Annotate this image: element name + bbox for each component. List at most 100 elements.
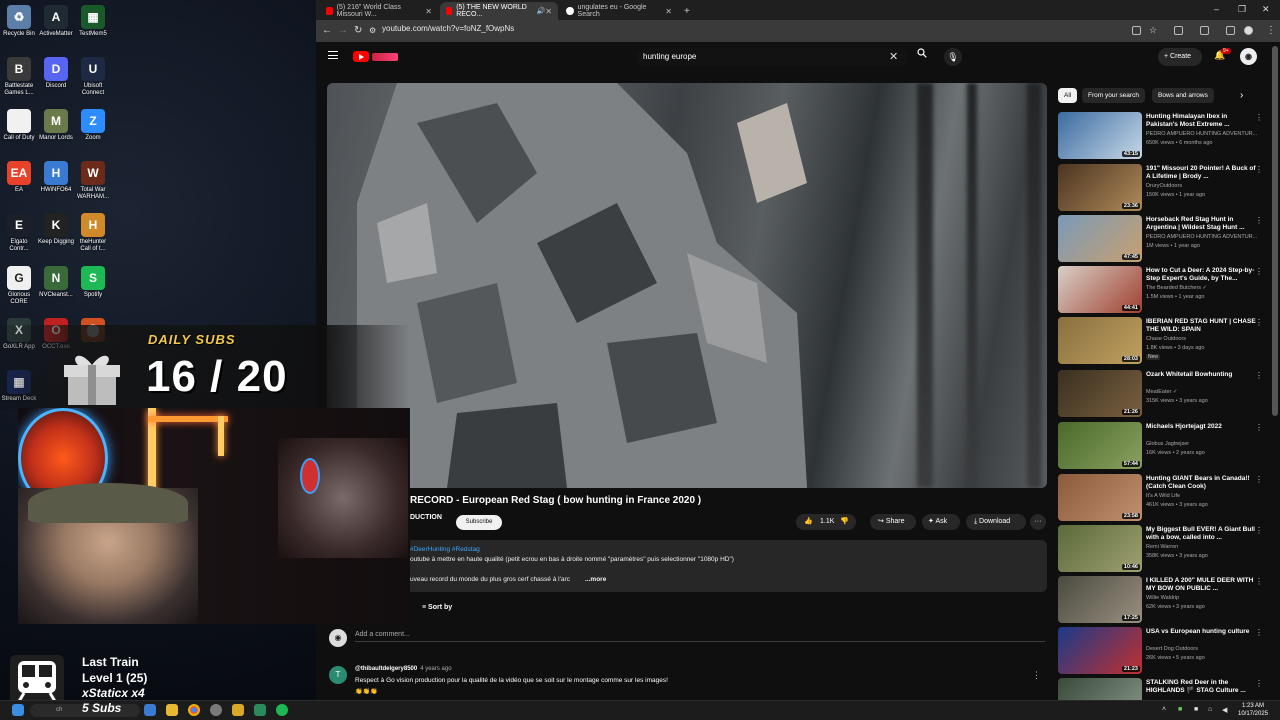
desktop-icon[interactable]: W Total War WARHAM... — [74, 161, 112, 201]
video-title[interactable]: Horseback Red Stag Hunt in Argentina | W… — [1146, 216, 1256, 232]
channel-name[interactable]: Globus Jagtrejser — [1146, 441, 1261, 447]
dislike-icon[interactable]: 👎 — [840, 514, 849, 530]
tab-google-search[interactable]: ungulates eu - Google Search ✕ — [560, 2, 678, 20]
maximize-button[interactable]: ❐ — [1238, 4, 1246, 15]
channel-name[interactable]: Willie Waldrip — [1146, 595, 1261, 601]
close-window-button[interactable]: ✕ — [1262, 4, 1270, 15]
clear-search-icon[interactable]: ✕ — [889, 50, 898, 63]
recommended-video[interactable]: 23:58 Hunting GIANT Bears in Canada!! (Ca… — [1058, 474, 1263, 522]
add-comment-input[interactable]: Add a comment... — [355, 631, 1045, 642]
chip-all[interactable]: All — [1058, 88, 1078, 103]
desktop-icon[interactable]: ▦ TestMem5 — [74, 5, 112, 38]
chip-from-your-search[interactable]: From your search — [1082, 88, 1145, 103]
desktop-icon[interactable]: Call of Duty — [0, 109, 38, 142]
video-title[interactable]: Ozark Whitetail Bowhunting — [1146, 371, 1256, 379]
recommended-video[interactable]: 57:44 Michaels Hjortejagt 2022 Globus Jagt… — [1058, 422, 1263, 470]
desktop-icon[interactable]: S Spotify — [74, 266, 112, 299]
desktop-icon[interactable]: Z Zoom — [74, 109, 112, 142]
recommended-video[interactable]: 43:15 Hunting Himalayan Ibex in Pakistan'… — [1058, 112, 1263, 160]
desktop-icon[interactable]: E Elgato Contr... — [0, 213, 38, 253]
kebab-menu-icon[interactable]: ⋮ — [1255, 475, 1263, 484]
video-thumbnail[interactable]: 10:46 — [1058, 525, 1142, 572]
chip-bows-and-arrows[interactable]: Bows and arrows — [1152, 88, 1214, 103]
tray-chevron-icon[interactable]: ˄ — [1162, 706, 1166, 713]
extensions-icon[interactable] — [1174, 26, 1183, 35]
kebab-menu-icon[interactable]: ⋮ — [1255, 371, 1263, 380]
video-title[interactable]: STALKING Red Deer in the HIGHLANDS 🏴 STA… — [1146, 679, 1256, 695]
video-title[interactable]: How to Cut a Deer: A 2024 Step-by-Step E… — [1146, 267, 1256, 283]
share-button[interactable]: ↪ Share — [870, 514, 916, 530]
video-title[interactable]: Hunting GIANT Bears in Canada!! (Catch C… — [1146, 475, 1256, 491]
reload-icon[interactable]: ↻ — [354, 25, 362, 36]
account-avatar[interactable]: ◉ — [1240, 48, 1257, 65]
file-explorer-icon[interactable] — [166, 704, 178, 716]
video-thumbnail[interactable]: 21:26 — [1058, 370, 1142, 417]
speaker-icon[interactable]: 🔊 — [537, 7, 546, 15]
video-thumbnail[interactable]: 44:41 — [1058, 266, 1142, 313]
video-thumbnail[interactable]: 43:15 — [1058, 112, 1142, 159]
desktop-icon[interactable]: ♻ Recycle Bin — [0, 5, 38, 38]
start-button[interactable] — [12, 704, 24, 716]
video-player[interactable] — [327, 83, 1047, 488]
chrome-icon[interactable] — [188, 704, 200, 716]
folder-icon[interactable] — [232, 704, 244, 716]
search-input[interactable]: hunting europe ✕ — [636, 48, 908, 66]
install-app-icon[interactable] — [1132, 26, 1141, 35]
youtube-logo-icon[interactable] — [353, 51, 369, 62]
volume-icon[interactable]: ◀ — [1222, 706, 1227, 714]
downloads-icon[interactable] — [1226, 26, 1235, 35]
channel-name[interactable]: DruryOutdoors — [1146, 183, 1261, 189]
kebab-menu-icon[interactable]: ⋮ — [1255, 577, 1263, 586]
video-thumbnail[interactable]: 23:36 — [1058, 164, 1142, 211]
video-title[interactable]: 191" Missouri 20 Pointer! A Buck of A Li… — [1146, 165, 1256, 181]
close-icon[interactable]: ✕ — [665, 7, 672, 16]
channel-name[interactable]: Chase Outdoors — [1146, 336, 1261, 342]
more-actions-button[interactable]: ··· — [1030, 514, 1046, 530]
youtube-logo-wordmark[interactable] — [372, 53, 398, 61]
channel-name[interactable]: MeatEater ✓ — [1146, 389, 1261, 395]
kebab-menu-icon[interactable]: ⋮ — [1255, 165, 1263, 174]
kebab-menu-icon[interactable]: ⋮ — [1255, 318, 1263, 327]
recommended-video[interactable]: 44:41 How to Cut a Deer: A 2024 Step-by-S… — [1058, 266, 1263, 314]
kebab-menu-icon[interactable]: ⋮ — [1255, 526, 1263, 535]
recommended-video[interactable]: 17:25 I KILLED A 200" MULE DEER WITH MY B… — [1058, 576, 1263, 624]
video-title[interactable]: Michaels Hjortejagt 2022 — [1146, 423, 1256, 431]
obs-icon[interactable] — [210, 704, 222, 716]
close-icon[interactable]: ✕ — [545, 7, 552, 16]
desktop-icon[interactable]: N NVCleanst... — [37, 266, 75, 299]
subscribe-button[interactable]: Subscribe — [456, 515, 502, 530]
comment-kebab-icon[interactable]: ⋮ — [1032, 670, 1041, 681]
video-thumbnail[interactable]: 17:25 — [1058, 576, 1142, 623]
kebab-menu-icon[interactable]: ⋮ — [1255, 267, 1263, 276]
desktop-icon[interactable]: H HWiNFO64 — [37, 161, 75, 194]
site-info-icon[interactable]: ⚙ — [369, 26, 376, 35]
forward-arrow-icon[interactable]: → — [338, 25, 348, 36]
description-box[interactable]: #DeerHunting #Redstag outube à mettre en… — [327, 540, 1047, 592]
video-thumbnail[interactable]: 47:45 — [1058, 215, 1142, 262]
desktop-icon[interactable]: U Ubisoft Connect — [74, 57, 112, 97]
channel-name[interactable]: DUCTION — [410, 514, 442, 521]
profile-icon[interactable] — [1244, 26, 1253, 35]
recommended-video[interactable]: 21:23 USA vs European hunting culture Dese… — [1058, 627, 1263, 675]
tray-app-icon[interactable]: ■ — [1178, 706, 1182, 713]
video-thumbnail[interactable]: 23:58 — [1058, 474, 1142, 521]
hamburger-menu-icon[interactable] — [328, 51, 338, 59]
minimize-button[interactable]: – — [1214, 4, 1219, 14]
recommended-video[interactable]: 21:26 Ozark Whitetail Bowhunting MeatEater… — [1058, 370, 1263, 418]
show-more-link[interactable]: ...more — [585, 576, 606, 583]
ask-button[interactable]: ✦ Ask — [922, 514, 960, 530]
commenter-avatar[interactable]: T — [329, 666, 347, 684]
back-arrow-icon[interactable]: ← — [322, 25, 332, 36]
desktop-icon[interactable]: M Manor Lords — [37, 109, 75, 142]
video-thumbnail[interactable]: 28:03 — [1058, 317, 1142, 364]
video-title[interactable]: My Biggest Bull EVER! A Giant Bull with … — [1146, 526, 1256, 542]
video-title[interactable]: Hunting Himalayan Ibex in Pakistan's Mos… — [1146, 113, 1256, 129]
new-tab-button[interactable]: + — [678, 2, 694, 20]
bookmark-star-icon[interactable]: ☆ — [1149, 25, 1157, 36]
clock[interactable]: 1:23 AM 10/17/2025 — [1238, 702, 1268, 718]
video-title[interactable]: IBERIAN RED STAG HUNT | CHASE THE WILD: … — [1146, 318, 1256, 334]
channel-name[interactable]: PEDRO AMPUERO HUNTING ADVENTUR... — [1146, 234, 1261, 240]
video-thumbnail[interactable]: 57:44 — [1058, 422, 1142, 469]
recommended-video[interactable]: 28:03 IBERIAN RED STAG HUNT | CHASE THE W… — [1058, 317, 1263, 365]
task-view-icon[interactable] — [144, 704, 156, 716]
